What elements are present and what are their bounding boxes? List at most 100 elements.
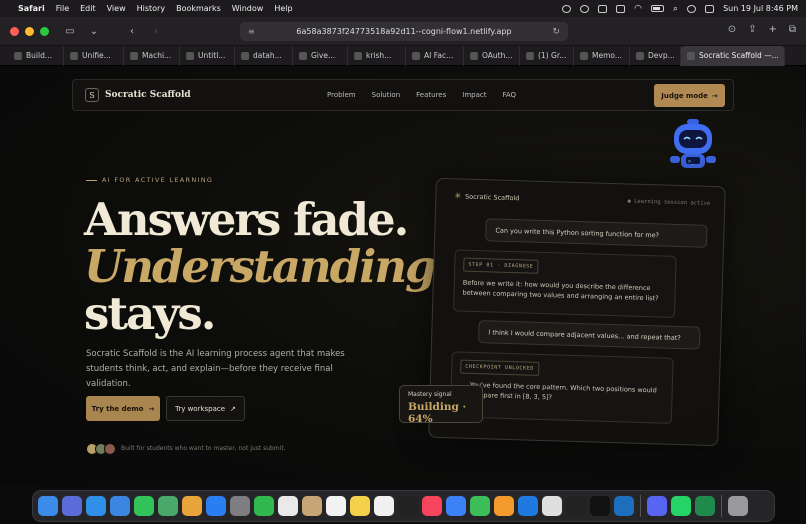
- nav-link-faq[interactable]: FAQ: [502, 91, 516, 99]
- menu-app-name[interactable]: Safari: [18, 4, 45, 13]
- headline-line-3: stays.: [84, 287, 216, 340]
- headline-line-2: Understanding: [84, 240, 437, 293]
- tab-label: krish...: [366, 51, 392, 60]
- nav-link-solution[interactable]: Solution: [372, 91, 401, 99]
- battery-icon[interactable]: [651, 5, 665, 12]
- menu-history[interactable]: History: [137, 4, 165, 13]
- x-favicon-icon: [526, 51, 534, 60]
- mail-icon[interactable]: [110, 496, 130, 516]
- messages-icon[interactable]: [134, 496, 154, 516]
- excel-icon[interactable]: [695, 496, 715, 516]
- page-menu-icon[interactable]: ≡: [248, 27, 255, 36]
- settings-icon[interactable]: [230, 496, 250, 516]
- freeform-icon[interactable]: [374, 496, 394, 516]
- status-icon[interactable]: [562, 4, 572, 13]
- whatsapp-icon[interactable]: [671, 496, 691, 516]
- close-window-button[interactable]: [10, 26, 19, 36]
- reminders-icon[interactable]: [326, 496, 346, 516]
- sidebar-toggle-icon[interactable]: ▭: [61, 24, 79, 38]
- chatgpt-icon[interactable]: [590, 496, 610, 516]
- browser-tab[interactable]: datah...: [235, 45, 293, 66]
- calendar-icon[interactable]: [278, 496, 298, 516]
- nav-link-problem[interactable]: Problem: [327, 91, 356, 99]
- tab-label: Build...: [26, 51, 52, 60]
- browser-tab[interactable]: AI Fac...: [406, 45, 464, 66]
- browser-tab[interactable]: (1) Gr...: [520, 45, 574, 66]
- reload-icon[interactable]: ↻: [552, 27, 560, 37]
- display-icon[interactable]: [598, 4, 608, 13]
- dropbox-icon[interactable]: [616, 4, 626, 13]
- browser-tab[interactable]: Build...: [8, 45, 64, 66]
- tab-label: (1) Gr...: [538, 51, 567, 60]
- give-favicon-icon: [299, 51, 307, 60]
- forward-icon[interactable]: ›: [147, 24, 165, 38]
- facetime-icon[interactable]: [254, 496, 274, 516]
- notes-icon[interactable]: [350, 496, 370, 516]
- tab-label: datah...: [253, 51, 282, 60]
- machine-favicon-icon: [130, 51, 138, 60]
- address-bar[interactable]: ≡ 6a58a3873f24773518a92d11--cogni-flow1.…: [240, 22, 568, 41]
- photos-icon[interactable]: [182, 496, 202, 516]
- siri-icon[interactable]: [687, 4, 697, 13]
- brand-name[interactable]: Socratic Scaffold: [105, 90, 191, 100]
- contacts-icon[interactable]: [302, 496, 322, 516]
- try-demo-button[interactable]: Try the demo →: [86, 396, 160, 421]
- finder-icon[interactable]: [38, 496, 58, 516]
- menu-window[interactable]: Window: [232, 4, 264, 13]
- panel-title: Socratic Scaffold: [464, 192, 520, 202]
- nav-link-features[interactable]: Features: [416, 91, 446, 99]
- tv-icon[interactable]: [398, 496, 418, 516]
- avatar: [104, 443, 116, 455]
- tab-overview-icon[interactable]: ⧉: [789, 24, 796, 35]
- menu-edit[interactable]: Edit: [80, 4, 96, 13]
- brand-logo-icon[interactable]: S: [85, 88, 99, 102]
- new-tab-icon[interactable]: +: [768, 24, 776, 35]
- browser-tab[interactable]: OAuth...: [464, 45, 520, 66]
- openai-icon[interactable]: [580, 4, 590, 13]
- control-center-icon[interactable]: [705, 4, 715, 13]
- launchpad-icon[interactable]: [62, 496, 82, 516]
- judge-mode-label: Judge mode: [661, 91, 708, 100]
- menu-help[interactable]: Help: [274, 4, 292, 13]
- menu-bookmarks[interactable]: Bookmarks: [176, 4, 221, 13]
- menubar-clock[interactable]: Sun 19 Jul 8:46 PM: [723, 4, 798, 13]
- search-icon[interactable]: ⌕: [673, 4, 678, 14]
- discord-icon[interactable]: [647, 496, 667, 516]
- music-icon[interactable]: [422, 496, 442, 516]
- vscode-icon[interactable]: [614, 496, 634, 516]
- browser-tab[interactable]: Untitl...: [180, 45, 235, 66]
- unified-favicon-icon: [70, 51, 78, 60]
- maps-icon[interactable]: [158, 496, 178, 516]
- back-icon[interactable]: ‹: [123, 24, 141, 38]
- appstore-icon[interactable]: [206, 496, 226, 516]
- chrome-icon[interactable]: [542, 496, 562, 516]
- judge-mode-button[interactable]: Judge mode →: [654, 84, 725, 107]
- arrow-right-icon: →: [148, 404, 155, 413]
- xcode-icon[interactable]: [518, 496, 538, 516]
- browser-tab[interactable]: Socratic Scaffold —...: [681, 45, 785, 66]
- share-icon[interactable]: ⇪: [748, 24, 756, 35]
- pages-icon[interactable]: [494, 496, 514, 516]
- browser-tab[interactable]: Devp...: [630, 45, 681, 66]
- safari-icon[interactable]: [86, 496, 106, 516]
- nav-link-impact[interactable]: Impact: [462, 91, 486, 99]
- numbers-icon[interactable]: [470, 496, 490, 516]
- menu-view[interactable]: View: [107, 4, 126, 13]
- zoom-window-button[interactable]: [40, 26, 49, 36]
- keynote-icon[interactable]: [446, 496, 466, 516]
- browser-tab[interactable]: Memo...: [574, 45, 630, 66]
- menu-file[interactable]: File: [56, 4, 69, 13]
- browser-tab[interactable]: Machi...: [124, 45, 180, 66]
- tab-group-chevron-icon[interactable]: ⌄: [85, 24, 103, 38]
- build-favicon-icon: [14, 51, 22, 60]
- minimize-window-button[interactable]: [25, 26, 34, 36]
- terminal-icon[interactable]: [566, 496, 586, 516]
- browser-tab[interactable]: krish...: [348, 45, 406, 66]
- browser-tab[interactable]: Give...: [293, 45, 348, 66]
- browser-tab[interactable]: Unifie...: [64, 45, 124, 66]
- trash-icon[interactable]: [728, 496, 748, 516]
- robot-mascot-icon: >_: [670, 119, 716, 168]
- try-workspace-button[interactable]: Try workspace ↗: [166, 396, 245, 421]
- wifi-icon[interactable]: ◠: [634, 4, 642, 14]
- downloads-icon[interactable]: ⊙: [728, 24, 736, 35]
